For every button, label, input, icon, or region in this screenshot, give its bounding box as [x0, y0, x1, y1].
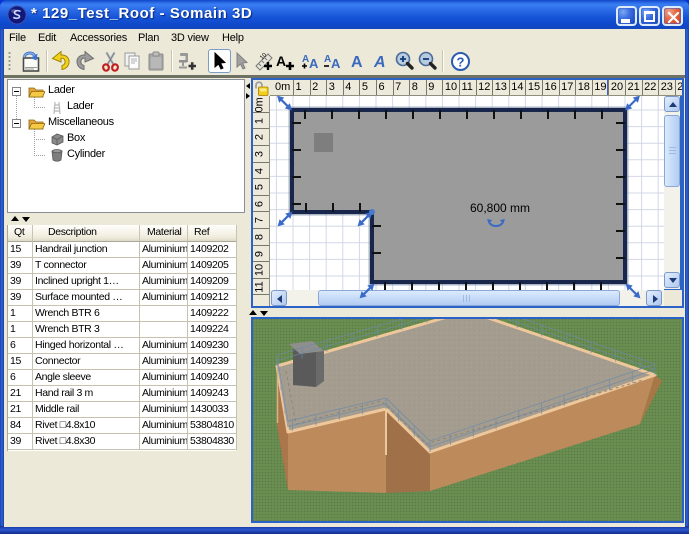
svg-text:A: A	[309, 56, 319, 71]
svg-text:A: A	[351, 54, 363, 71]
svg-text:?: ?	[457, 55, 465, 70]
svg-text:A: A	[331, 56, 341, 71]
svg-text:60,800 mm: 60,800 mm	[470, 201, 530, 215]
svg-text:A: A	[276, 53, 286, 69]
svg-text:A: A	[373, 54, 386, 71]
